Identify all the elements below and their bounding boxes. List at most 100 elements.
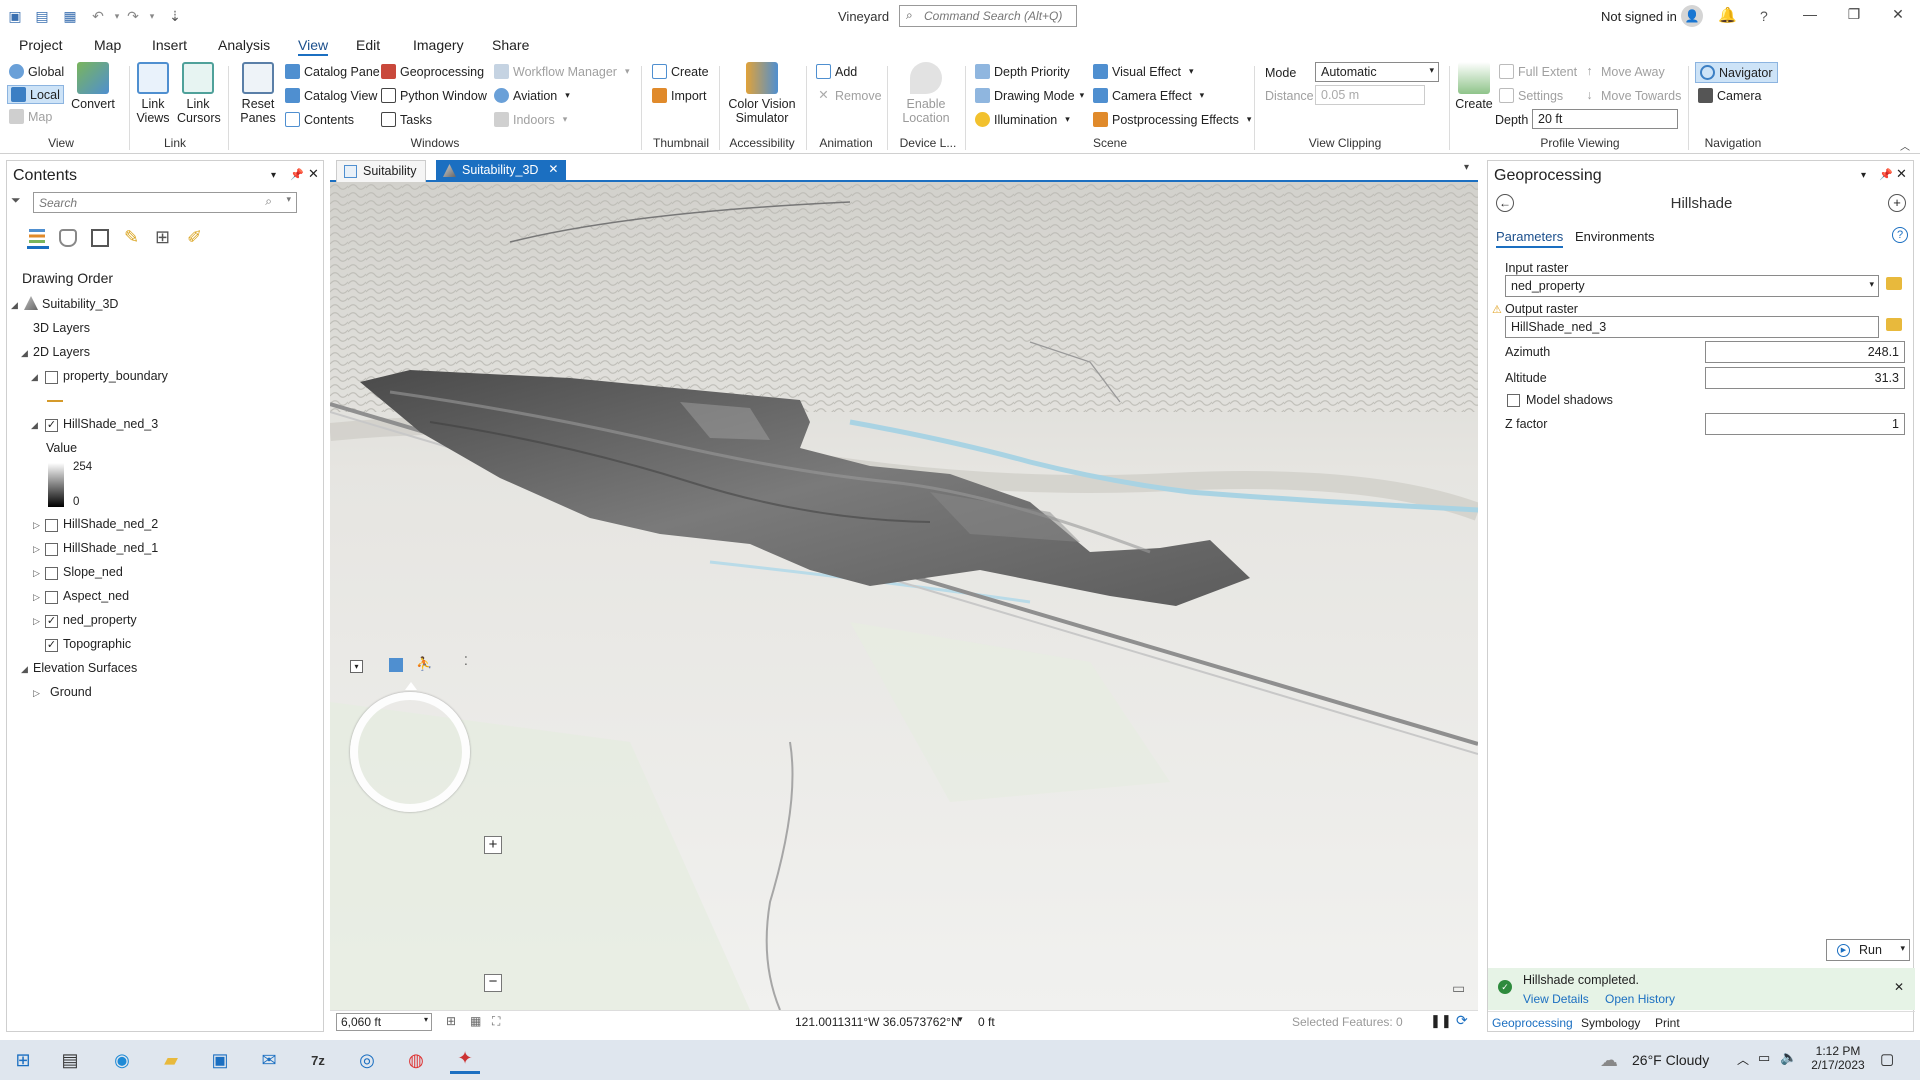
profile-create-button[interactable]: Create [1455,62,1493,111]
expand-icon[interactable]: ▷ [33,544,40,555]
expand-icon[interactable]: ▷ [33,592,40,603]
layer-visibility-checkbox[interactable] [45,591,58,604]
layer-visibility-checkbox[interactable] [45,519,58,532]
redo-icon[interactable]: ↷ [124,7,142,25]
drag-handle-icon[interactable]: ⁚ [464,654,468,668]
catalog-view-button[interactable]: Catalog View [285,88,377,103]
file-explorer-icon[interactable]: ▰ [156,1046,186,1074]
layer-hillshade-ned-2[interactable]: HillShade_ned_2 [63,517,158,531]
chevron-down-icon[interactable]: ▾ [958,1014,963,1025]
command-search-input[interactable]: ⌕ Command Search (Alt+Q) [899,5,1077,27]
clipping-mode-select[interactable]: Automatic ▾ [1315,62,1439,82]
store-icon[interactable]: ▣ [205,1046,235,1074]
bottom-tab-geoprocessing[interactable]: Geoprocessing [1492,1016,1573,1030]
layer-visibility-checkbox[interactable] [45,543,58,556]
convert-button[interactable]: Convert [71,62,115,111]
terrain-scene[interactable] [330,182,1478,1010]
close-message-icon[interactable]: ✕ [1894,980,1904,994]
tab-list-icon[interactable]: ▾ [1464,162,1469,173]
notifications-icon[interactable]: 🔔 [1718,6,1737,24]
first-person-icon[interactable]: ⛹ [416,656,432,672]
profile-depth-input[interactable]: 20 ft [1532,109,1678,129]
clock[interactable]: 1:12 PM 2/17/2023 [1808,1044,1868,1072]
layer-aspect-ned[interactable]: Aspect_ned [63,589,129,603]
pin-icon[interactable]: 📌 [1879,168,1893,181]
move-away-button[interactable]: ↑ Move Away [1582,64,1664,79]
tab-environments[interactable]: Environments [1575,229,1654,244]
layer-property-boundary[interactable]: property_boundary [63,369,168,383]
layer-visibility-checkbox[interactable]: ✓ [45,419,58,432]
list-by-labeling-icon[interactable]: ✐ [187,227,202,248]
output-raster-input[interactable]: HillShade_ned_3 [1505,316,1879,338]
add-icon[interactable]: + [1888,194,1906,212]
list-by-drawing-order-icon[interactable] [27,227,49,249]
tab-parameters[interactable]: Parameters [1496,229,1564,248]
reset-panes-button[interactable]: Reset Panes [236,62,280,125]
contents-button[interactable]: Contents [285,112,354,127]
layer-visibility-checkbox[interactable]: ✓ [45,615,58,628]
open-history-link[interactable]: Open History [1605,992,1675,1006]
view-tab-suitability-3d[interactable]: Suitability_3D ✕ [436,160,567,182]
list-by-data-source-icon[interactable] [59,229,77,247]
scene-item[interactable]: Suitability_3D [42,297,118,311]
layer-visibility-checkbox[interactable]: ✓ [45,639,58,652]
restore-icon[interactable]: ❐ [1839,6,1869,26]
ground-item[interactable]: Ground [50,685,92,699]
contents-search-input[interactable]: Search ⌕ ▾ [33,192,297,213]
arcgis-pro-icon[interactable]: ✦ [450,1046,480,1074]
7zip-icon[interactable]: 7z [303,1046,333,1074]
drawing-mode-button[interactable]: Drawing Mode ▾ [975,88,1084,103]
snapping-icon[interactable]: ⛶ [492,1014,500,1029]
collapse-ribbon-icon[interactable]: ︿ [1900,138,1910,153]
collapse-icon[interactable]: ◢ [31,372,38,383]
indoors-button[interactable]: Indoors ▾ [494,112,567,127]
full-extent-button[interactable]: Full Extent [1499,64,1577,79]
tab-map[interactable]: Map [94,37,121,53]
z-factor-input[interactable]: 1 [1705,413,1905,435]
thumbnail-import-button[interactable]: Import [652,88,706,103]
start-icon[interactable]: ⊞ [8,1046,38,1074]
pane-menu-icon[interactable]: ▾ [271,170,276,181]
close-window-icon[interactable]: ✕ [1883,6,1913,26]
full-control-icon[interactable] [389,658,403,672]
save-icon[interactable]: ▦ [61,7,79,25]
geoprocessing-button[interactable]: Geoprocessing [381,64,484,79]
camera-button[interactable]: Camera [1698,88,1761,103]
pin-icon[interactable]: 📌 [290,168,304,181]
postprocessing-effects-button[interactable]: Postprocessing Effects ▾ [1093,112,1251,127]
layer-ned-property[interactable]: ned_property [63,613,137,627]
aviation-button[interactable]: Aviation ▾ [494,88,570,103]
expand-icon[interactable]: ▷ [33,616,40,627]
azimuth-input[interactable]: 248.1 [1705,341,1905,363]
view-tab-suitability[interactable]: Suitability [336,160,426,182]
depth-priority-button[interactable]: Depth Priority [975,64,1070,79]
move-towards-button[interactable]: ↓ Move Towards [1582,88,1681,103]
close-pane-icon[interactable]: ✕ [1896,166,1907,182]
tab-imagery[interactable]: Imagery [413,37,464,53]
expand-icon[interactable]: ▷ [33,568,40,579]
weather-text[interactable]: 26°F Cloudy [1632,1052,1709,1068]
model-shadows-checkbox[interactable] [1507,394,1520,407]
volume-icon[interactable]: 🔈 [1780,1049,1797,1066]
view-details-link[interactable]: View Details [1523,992,1589,1006]
minimize-icon[interactable]: — [1795,6,1825,26]
visual-effect-button[interactable]: Visual Effect ▾ [1093,64,1194,79]
enable-location-button[interactable]: Enable Location [893,62,959,125]
navigator-compass[interactable] [350,692,470,812]
catalog-pane-button[interactable]: Catalog Pane [285,64,380,79]
python-window-button[interactable]: Python Window [381,88,487,103]
thumbnail-create-button[interactable]: Create [652,64,709,79]
close-tab-icon[interactable]: ✕ [548,162,558,176]
list-by-editing-icon[interactable]: ✎ [124,227,139,248]
camera-effect-button[interactable]: Camera Effect ▾ [1093,88,1204,103]
chrome-icon[interactable]: ◍ [401,1046,431,1074]
folder-icon[interactable] [1886,318,1902,331]
notification-center-icon[interactable]: ▢ [1880,1050,1894,1068]
task-view-icon[interactable]: ▤ [55,1046,85,1074]
list-by-selection-icon[interactable] [91,229,109,247]
customize-qat-icon[interactable]: ⇣ [166,7,184,25]
layer-topographic[interactable]: Topographic [63,637,131,651]
animation-add-button[interactable]: Add [816,64,857,79]
layer-visibility-checkbox[interactable] [45,567,58,580]
tab-insert[interactable]: Insert [152,37,187,53]
